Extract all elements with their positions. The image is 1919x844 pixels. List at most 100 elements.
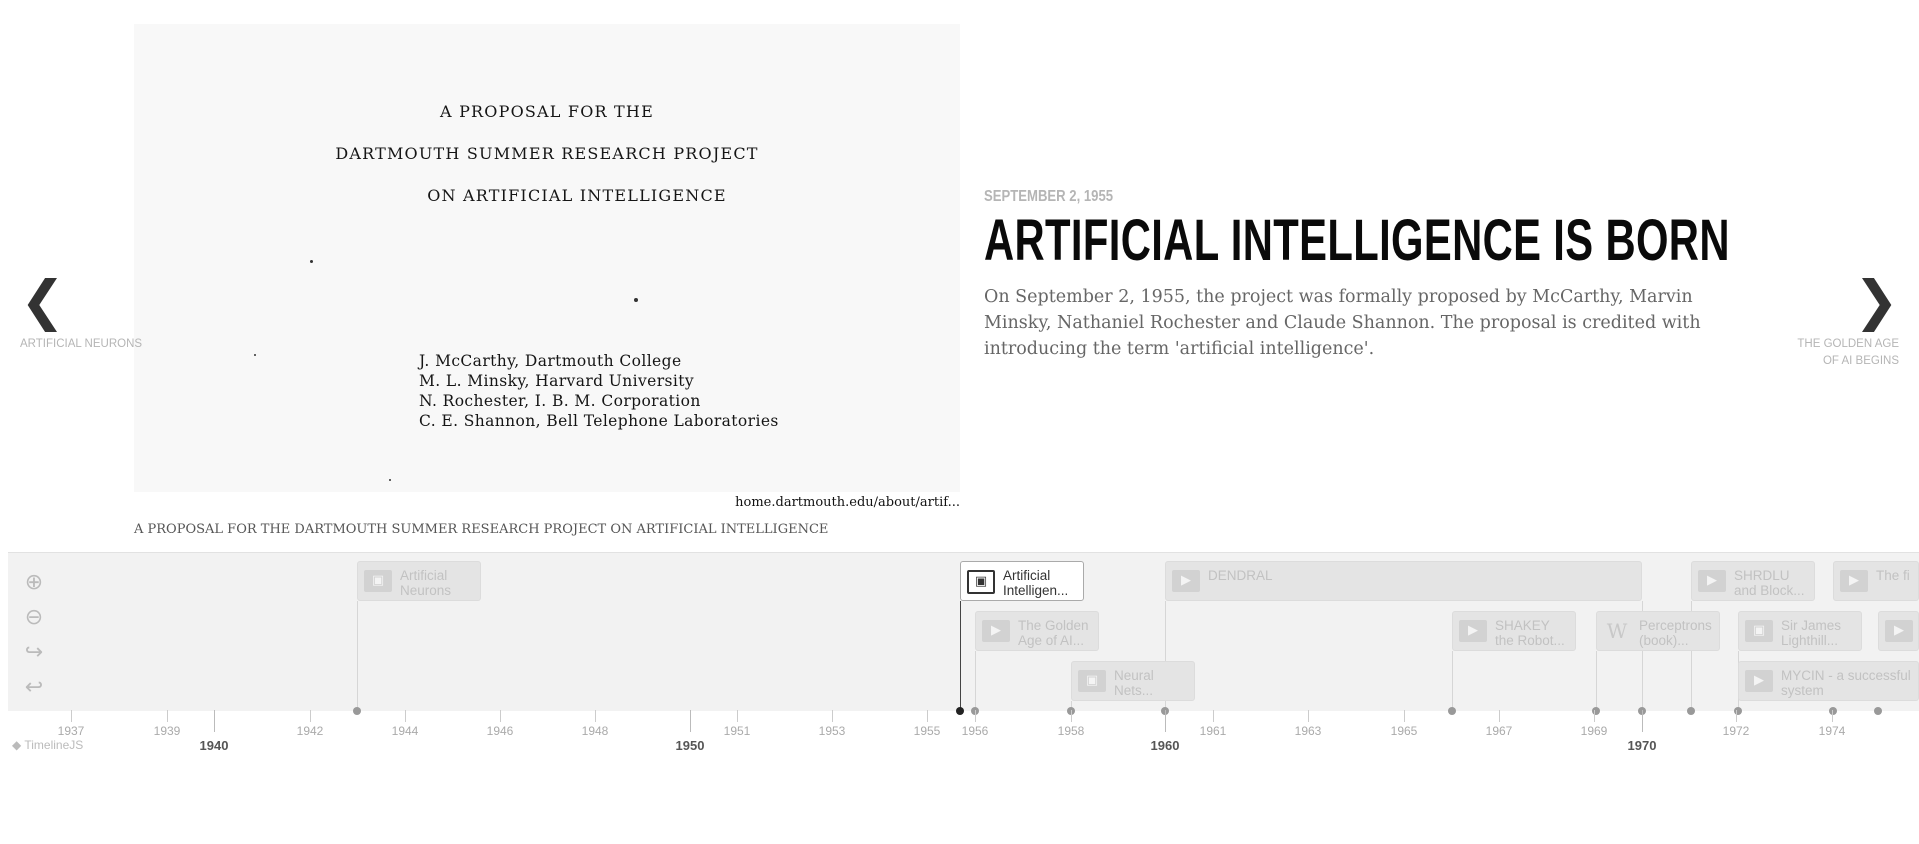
doc-title-line: DARTMOUTH SUMMER RESEARCH PROJECT [335,144,759,163]
axis-tick [1736,710,1737,722]
axis-tick [1404,710,1405,722]
previous-slide-label: ARTIFICIAL NEURONS [20,338,143,350]
axis-label: 1953 [818,724,846,738]
axis-tick [927,710,928,722]
marker-label: SHRDLU and Block... [1734,568,1805,598]
axis-label: 1937 [57,724,85,738]
timeline-marker[interactable]: ▶ The Golden Age of AI... [975,611,1099,651]
axis-label: 1969 [1580,724,1608,738]
video-icon: ▶ [1698,570,1726,592]
image-icon: ▣ [364,570,392,592]
axis-tick [690,710,691,732]
axis-label: 1944 [391,724,419,738]
axis-tick [1594,710,1595,722]
axis-label: 1963 [1294,724,1322,738]
timeline-marker[interactable]: ▣ Artificial Neurons [357,561,481,601]
axis-label: 1939 [153,724,181,738]
video-icon: ▶ [1840,570,1868,592]
video-icon: ▶ [1885,620,1913,642]
slide-description: On September 2, 1955, the project was fo… [984,287,1701,359]
axis-label: 1940 [199,738,229,753]
timeline-marker[interactable]: ▶ The fi [1833,561,1919,601]
axis-tick [214,710,215,732]
axis-label: 1970 [1627,738,1657,753]
axis-tick [737,710,738,722]
redo-icon[interactable]: ↪ [22,641,46,665]
axis-tick [1499,710,1500,722]
image-icon: ▣ [967,570,995,594]
marker-line [960,601,961,711]
axis-tick [1213,710,1214,722]
doc-title-line: ON ARTIFICIAL INTELLIGENCE [427,186,727,205]
axis-tick [1642,710,1643,732]
slide-headline: ARTIFICIAL INTELLIGENCE IS BORN [984,208,1730,273]
timeline-marker[interactable]: ▶ MYCIN - a successful system [1738,661,1919,701]
paper-speck [634,298,638,302]
axis-label: 1961 [1199,724,1227,738]
marker-label: Neural Nets... [1114,668,1154,698]
axis-label: 1972 [1722,724,1750,738]
paper-speck [389,479,391,481]
image-icon: ▣ [1078,670,1106,692]
axis-label: 1955 [913,724,941,738]
marker-label: MYCIN - a successful system [1781,668,1911,698]
brand-label: TimelineJS [24,738,84,752]
doc-author-line: J. McCarthy, Dartmouth College [419,352,682,370]
axis-tick [1308,710,1309,722]
axis-tick [167,710,168,722]
marker-label: The fi [1876,568,1910,583]
timelinejs-logo-icon: ◆ [12,738,22,752]
timeline-marker[interactable]: ▣ Neural Nets... [1071,661,1195,701]
axis-label: 1967 [1485,724,1513,738]
back-to-start-icon[interactable]: ↩ [22,676,46,700]
axis-tick [832,710,833,722]
timeline-marker[interactable]: W Perceptrons (book)... [1596,611,1720,651]
zoom-out-icon[interactable]: ⊖ [22,606,46,630]
timeline-marker[interactable]: ▣ Sir James Lighthill... [1738,611,1862,651]
axis-tick [595,710,596,722]
zoom-in-icon[interactable]: ⊕ [22,571,46,595]
doc-author-line: M. L. Minsky, Harvard University [419,372,695,390]
axis-tick [405,710,406,722]
axis-label: 1948 [581,724,609,738]
video-icon: ▶ [1459,620,1487,642]
video-icon: ▶ [982,620,1010,642]
axis-tick [71,710,72,722]
marker-label: Artificial Intelligen... [1003,568,1069,598]
axis-tick [975,710,976,722]
paper-speck [310,260,313,263]
slide-date: SEPTEMBER 2, 1955 [984,188,1114,205]
doc-title-line: A PROPOSAL FOR THE [440,102,654,121]
time-axis: 1937 1939 1940 1942 1944 1946 1948 1950 … [8,710,1919,760]
wikipedia-icon: W [1606,619,1628,643]
marker-line [1452,651,1453,711]
axis-label: 1974 [1818,724,1846,738]
doc-author-line: C. E. Shannon, Bell Telephone Laboratori… [419,412,779,430]
marker-label: Perceptrons (book)... [1639,618,1712,648]
next-slide-button[interactable]: ❯ THE GOLDEN AGE OF AI BEGINS [1789,269,1899,370]
marker-label: The Golden Age of AI... [1018,618,1089,648]
media-credit[interactable]: home.dartmouth.edu/about/artif... [134,495,960,510]
axis-tick [1832,710,1833,722]
axis-label: 1942 [296,724,324,738]
axis-tick [500,710,501,722]
timeline-marker[interactable]: ▶ DENDRAL [1165,561,1642,601]
marker-label: DENDRAL [1208,568,1273,583]
previous-slide-button[interactable]: ❮ ARTIFICIAL NEURONS [20,269,143,353]
timeline-marker[interactable]: ▶ SHRDLU and Block... [1691,561,1815,601]
chevron-right-icon: ❯ [1853,269,1899,332]
marker-line [1596,651,1597,711]
chevron-left-icon: ❮ [20,269,66,332]
timeline-marker[interactable]: ▶ SHAKEY the Robot... [1452,611,1576,651]
slide-media-image: A PROPOSAL FOR THE DARTMOUTH SUMMER RESE… [134,24,960,492]
timeline-marker[interactable]: ▶ [1878,611,1919,651]
timelinejs-brand[interactable]: ◆ TimelineJS [12,738,83,752]
axis-tick [1071,710,1072,722]
image-icon: ▣ [1745,620,1773,642]
paper-speck [254,354,256,356]
video-icon: ▶ [1745,670,1773,692]
timeline-marker-active[interactable]: ▣ Artificial Intelligen... [960,561,1084,601]
axis-label: 1960 [1150,738,1180,753]
axis-label: 1946 [486,724,514,738]
timeline-navigation[interactable]: ⊕ ⊖ ↪ ↩ ▣ Artificial Neurons ▣ Artificia… [8,552,1919,715]
